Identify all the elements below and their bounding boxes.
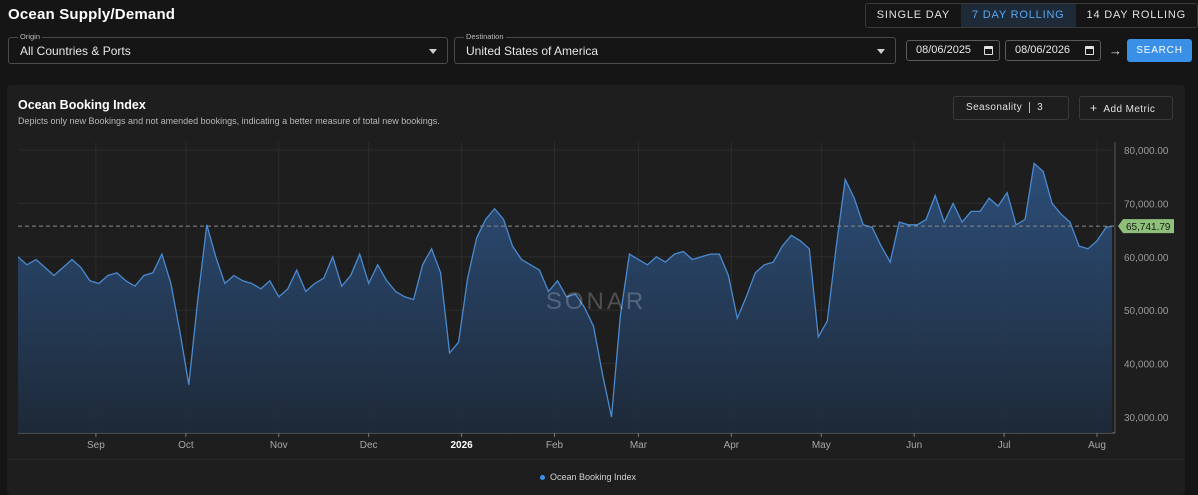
x-tick-label: Apr: [724, 440, 740, 451]
x-tick-label: Sep: [87, 440, 105, 451]
y-tick-label: 30,000.00: [1124, 413, 1169, 424]
sonar-watermark: SONAR: [546, 288, 646, 315]
x-tick-label: Jun: [906, 440, 922, 451]
x-tick-label: Nov: [270, 440, 288, 451]
x-tick-label: Jul: [998, 440, 1011, 451]
divider: [7, 459, 1185, 460]
x-tick-label: Feb: [546, 440, 564, 451]
y-tick-label: 80,000.00: [1124, 146, 1169, 157]
x-tick-label: 2026: [450, 440, 473, 451]
x-tick-label: Mar: [630, 440, 648, 451]
x-tick-label: Aug: [1088, 440, 1106, 451]
y-tick-label: 60,000.00: [1124, 253, 1169, 264]
x-tick-label: May: [812, 440, 831, 451]
y-tick-label: 40,000.00: [1124, 360, 1169, 371]
legend-label: Ocean Booking Index: [550, 472, 637, 482]
current-value-label: 65,741.79: [1126, 222, 1171, 233]
x-tick-label: Dec: [360, 440, 378, 451]
y-tick-label: 50,000.00: [1124, 306, 1169, 317]
chart-legend[interactable]: Ocean Booking Index: [540, 472, 636, 482]
x-tick-label: Oct: [178, 440, 194, 451]
ocean-booking-index-chart[interactable]: 30,000.00 40,000.00 50,000.00 60,000.00 70,0…: [0, 0, 1198, 491]
y-tick-label: 70,000.00: [1124, 199, 1169, 210]
legend-dot-icon: [540, 475, 545, 481]
